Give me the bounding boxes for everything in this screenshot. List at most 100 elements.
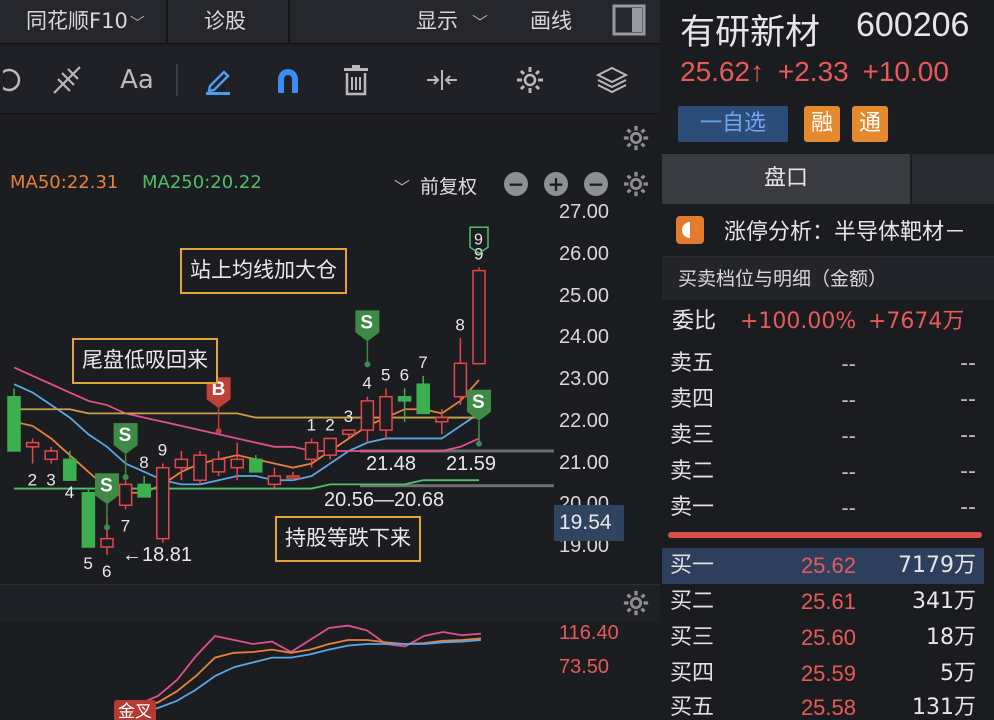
candle	[472, 269, 486, 365]
magnet-tool-icon[interactable]	[266, 46, 310, 114]
tab-pankou[interactable]: 盘口	[662, 154, 912, 204]
buy-row[interactable]: 买二 25.61 341万	[662, 584, 994, 620]
candle	[435, 416, 449, 423]
candle-count-label: 4	[362, 374, 371, 393]
trash-icon[interactable]	[336, 46, 376, 114]
diagnose-button[interactable]: 诊股	[204, 0, 246, 44]
row-price: 25.60	[800, 625, 856, 650]
price-tick-label: 23.00	[559, 368, 610, 390]
price-note: 21.59	[446, 453, 496, 475]
row-price: --	[841, 459, 856, 484]
annotation-box: 站上均线加大仓	[180, 248, 347, 294]
signal-dot	[215, 428, 222, 435]
draw-line-button[interactable]: 画线	[530, 0, 572, 44]
candle-count-label: 6	[102, 562, 111, 581]
chart-settings-icon[interactable]	[622, 124, 650, 156]
sell-row: 卖二 -- --	[662, 454, 994, 490]
chevron-down-icon: ﹀	[472, 13, 489, 32]
quote-line: 25.62↑ +2.33 +10.00	[680, 56, 949, 88]
pen-tool-icon[interactable]	[196, 46, 240, 114]
compress-icon[interactable]	[420, 46, 464, 114]
zoom-in-icon[interactable]: +	[544, 172, 568, 196]
font-label: Aa	[120, 65, 154, 95]
buy-row[interactable]: 买三 25.60 18万	[662, 620, 994, 656]
row-volume: --	[960, 423, 976, 448]
buy-row[interactable]: 买四 25.59 5万	[662, 656, 994, 692]
stock-name: 有研新材	[680, 13, 821, 53]
settings-icon[interactable]	[506, 46, 554, 114]
zoom-out-icon[interactable]: −	[504, 172, 528, 196]
analysis-icon	[676, 216, 704, 244]
tab-bar: 盘口	[662, 154, 994, 204]
annotation-box: 持股等跌下来	[275, 516, 421, 562]
price-note: 21.48	[366, 453, 416, 475]
candle-count-label: 1	[307, 415, 316, 434]
row-price: --	[841, 423, 856, 448]
candle-count-label: 6	[400, 365, 409, 384]
sub-chart-settings-icon[interactable]	[622, 589, 650, 621]
signal-dot	[122, 474, 129, 481]
count-badge-label: 9	[474, 231, 483, 248]
candle	[249, 458, 263, 473]
top-menu-bar: 同花顺F10 ﹀ 诊股 显示 ﹀ 画线	[0, 0, 660, 44]
chevron-down-icon: ﹀	[129, 14, 145, 32]
drawing-toolbar: Aa	[0, 46, 660, 114]
row-volume: 341万	[912, 589, 976, 614]
f10-menu[interactable]: 同花顺F10 ﹀	[26, 0, 145, 44]
row-volume: --	[960, 387, 976, 412]
margin-tag[interactable]: 融	[804, 106, 840, 142]
display-label: 显示	[416, 9, 458, 33]
signal-label: S	[360, 312, 373, 333]
layout-toggle-icon[interactable]	[612, 4, 648, 40]
price-tick-label: 26.00	[559, 242, 610, 265]
indicator-settings-icon[interactable]	[622, 170, 650, 202]
candle	[137, 483, 151, 498]
bid-ask-divider	[668, 532, 982, 538]
candle	[323, 437, 337, 456]
orderbook-title: 买卖档位与明细（金额）	[662, 256, 994, 300]
candle	[174, 458, 189, 469]
watchlist-button[interactable]: 一自选	[678, 106, 788, 142]
candle	[156, 466, 170, 540]
buy-row[interactable]: 买五 25.58 131万	[662, 690, 994, 720]
price-note: ←18.81	[122, 544, 192, 566]
indicator-line	[119, 624, 482, 713]
minimize-icon[interactable]: −	[584, 172, 608, 196]
signal-label: S	[119, 425, 132, 446]
row-volume: --	[960, 495, 976, 520]
chevron-down-icon[interactable]: ﹀	[394, 174, 410, 198]
limit-up-analysis[interactable]: 涨停分析：半导体靶材－	[662, 206, 994, 252]
divider	[176, 64, 178, 96]
candle	[193, 454, 207, 481]
candle	[342, 429, 356, 436]
ma250-value: MA250:20.22	[142, 172, 262, 193]
order-ratio-pct: +100.00%	[740, 309, 857, 334]
candle	[304, 441, 319, 461]
row-label: 买三	[670, 625, 715, 650]
golden-cross-badge: 金叉	[114, 700, 156, 720]
sell-row: 卖四 -- --	[662, 382, 994, 418]
limit-up-text: 涨停分析：半导体靶材－	[724, 220, 967, 245]
row-label: 卖三	[670, 423, 715, 448]
row-label: 卖一	[670, 495, 715, 520]
buy-row[interactable]: 买一 25.62 7179万	[662, 548, 994, 584]
connect-tag[interactable]: 通	[852, 106, 888, 142]
row-label: 买一	[670, 553, 715, 578]
price-tick-label: 27.00	[559, 201, 610, 223]
layers-icon[interactable]	[588, 46, 636, 114]
row-price: 25.61	[800, 589, 856, 614]
text-tool-icon[interactable]: Aa	[110, 46, 164, 114]
up-arrow-icon: ↑	[750, 56, 765, 87]
sell-row: 卖一 -- --	[662, 490, 994, 526]
candle-count-label: 4	[65, 483, 74, 502]
display-menu[interactable]: 显示 ﹀	[416, 0, 488, 44]
fibonacci-tool-icon[interactable]	[44, 46, 90, 114]
candle-count-label: 2	[325, 415, 334, 434]
row-price: --	[841, 351, 856, 376]
sell-row: 卖五 -- --	[662, 346, 994, 382]
candle-count-label: 5	[381, 365, 390, 384]
circle-tool-icon[interactable]	[0, 46, 30, 114]
adjust-mode-select[interactable]: 前复权	[420, 172, 477, 199]
price-tick-label: 22.00	[559, 409, 610, 432]
row-volume: 7179万	[898, 553, 976, 578]
